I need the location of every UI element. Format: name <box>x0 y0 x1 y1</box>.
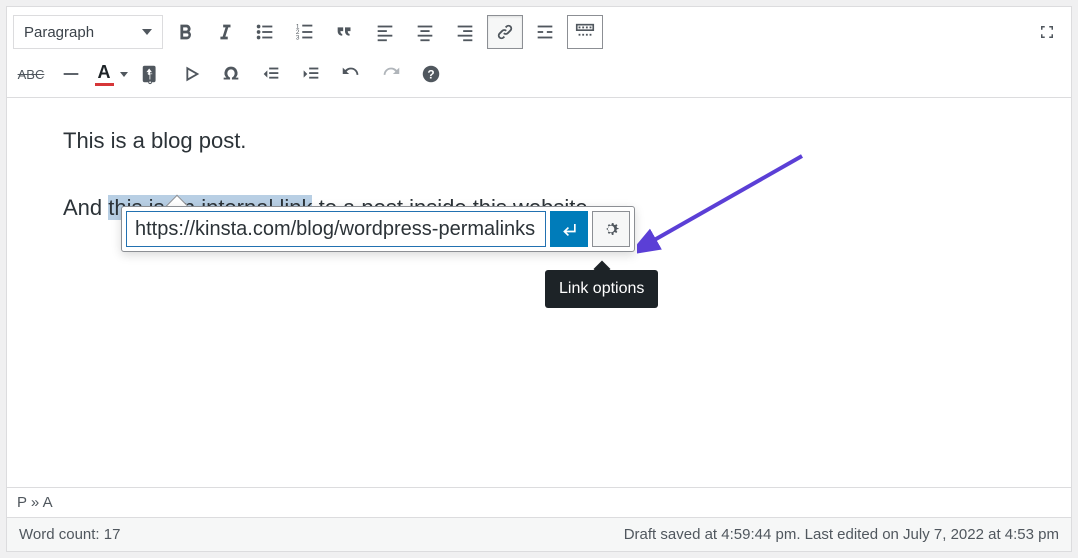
bold-button[interactable] <box>167 15 203 49</box>
svg-text:T: T <box>147 73 152 82</box>
link-options-tooltip: Link options <box>545 270 658 308</box>
indent-button[interactable] <box>293 57 329 91</box>
outdent-button[interactable] <box>253 57 289 91</box>
insert-more-button[interactable] <box>527 15 563 49</box>
redo-button[interactable] <box>373 57 409 91</box>
link-popover: Link options <box>121 206 635 252</box>
enter-icon <box>559 219 579 239</box>
editor-toolbar: Paragraph 123 ABC A <box>7 7 1071 98</box>
svg-text:?: ? <box>427 68 434 82</box>
numbered-list-button[interactable]: 123 <box>287 15 323 49</box>
align-right-button[interactable] <box>447 15 483 49</box>
chevron-down-icon <box>142 29 152 35</box>
format-select-label: Paragraph <box>24 24 94 41</box>
fullscreen-button[interactable] <box>1029 15 1065 49</box>
paste-text-button[interactable]: T <box>133 57 169 91</box>
insert-link-button[interactable] <box>487 15 523 49</box>
word-count-label: Word count: 17 <box>19 526 120 543</box>
save-status-label: Draft saved at 4:59:44 pm. Last edited o… <box>624 526 1059 543</box>
toolbar-toggle-button[interactable] <box>567 15 603 49</box>
editor-content[interactable]: This is a blog post. And this is an inte… <box>7 98 1071 487</box>
horizontal-rule-button[interactable] <box>53 57 89 91</box>
italic-button[interactable] <box>207 15 243 49</box>
element-path[interactable]: P » A <box>7 487 1071 517</box>
editor-footer: Word count: 17 Draft saved at 4:59:44 pm… <box>7 517 1071 551</box>
align-left-button[interactable] <box>367 15 403 49</box>
content-paragraph: This is a blog post. <box>63 126 1015 157</box>
link-options-button[interactable] <box>592 211 630 247</box>
text-color-button[interactable]: A <box>93 57 129 91</box>
chevron-down-icon <box>120 72 128 77</box>
svg-text:3: 3 <box>296 34 300 41</box>
gear-icon <box>601 219 621 239</box>
undo-button[interactable] <box>333 57 369 91</box>
align-center-button[interactable] <box>407 15 443 49</box>
bullet-list-button[interactable] <box>247 15 283 49</box>
link-url-input[interactable] <box>126 211 546 247</box>
clear-formatting-button[interactable] <box>173 57 209 91</box>
special-char-button[interactable] <box>213 57 249 91</box>
strikethrough-button[interactable]: ABC <box>13 57 49 91</box>
help-button[interactable]: ? <box>413 57 449 91</box>
apply-link-button[interactable] <box>550 211 588 247</box>
blockquote-button[interactable] <box>327 15 363 49</box>
format-select[interactable]: Paragraph <box>13 15 163 49</box>
